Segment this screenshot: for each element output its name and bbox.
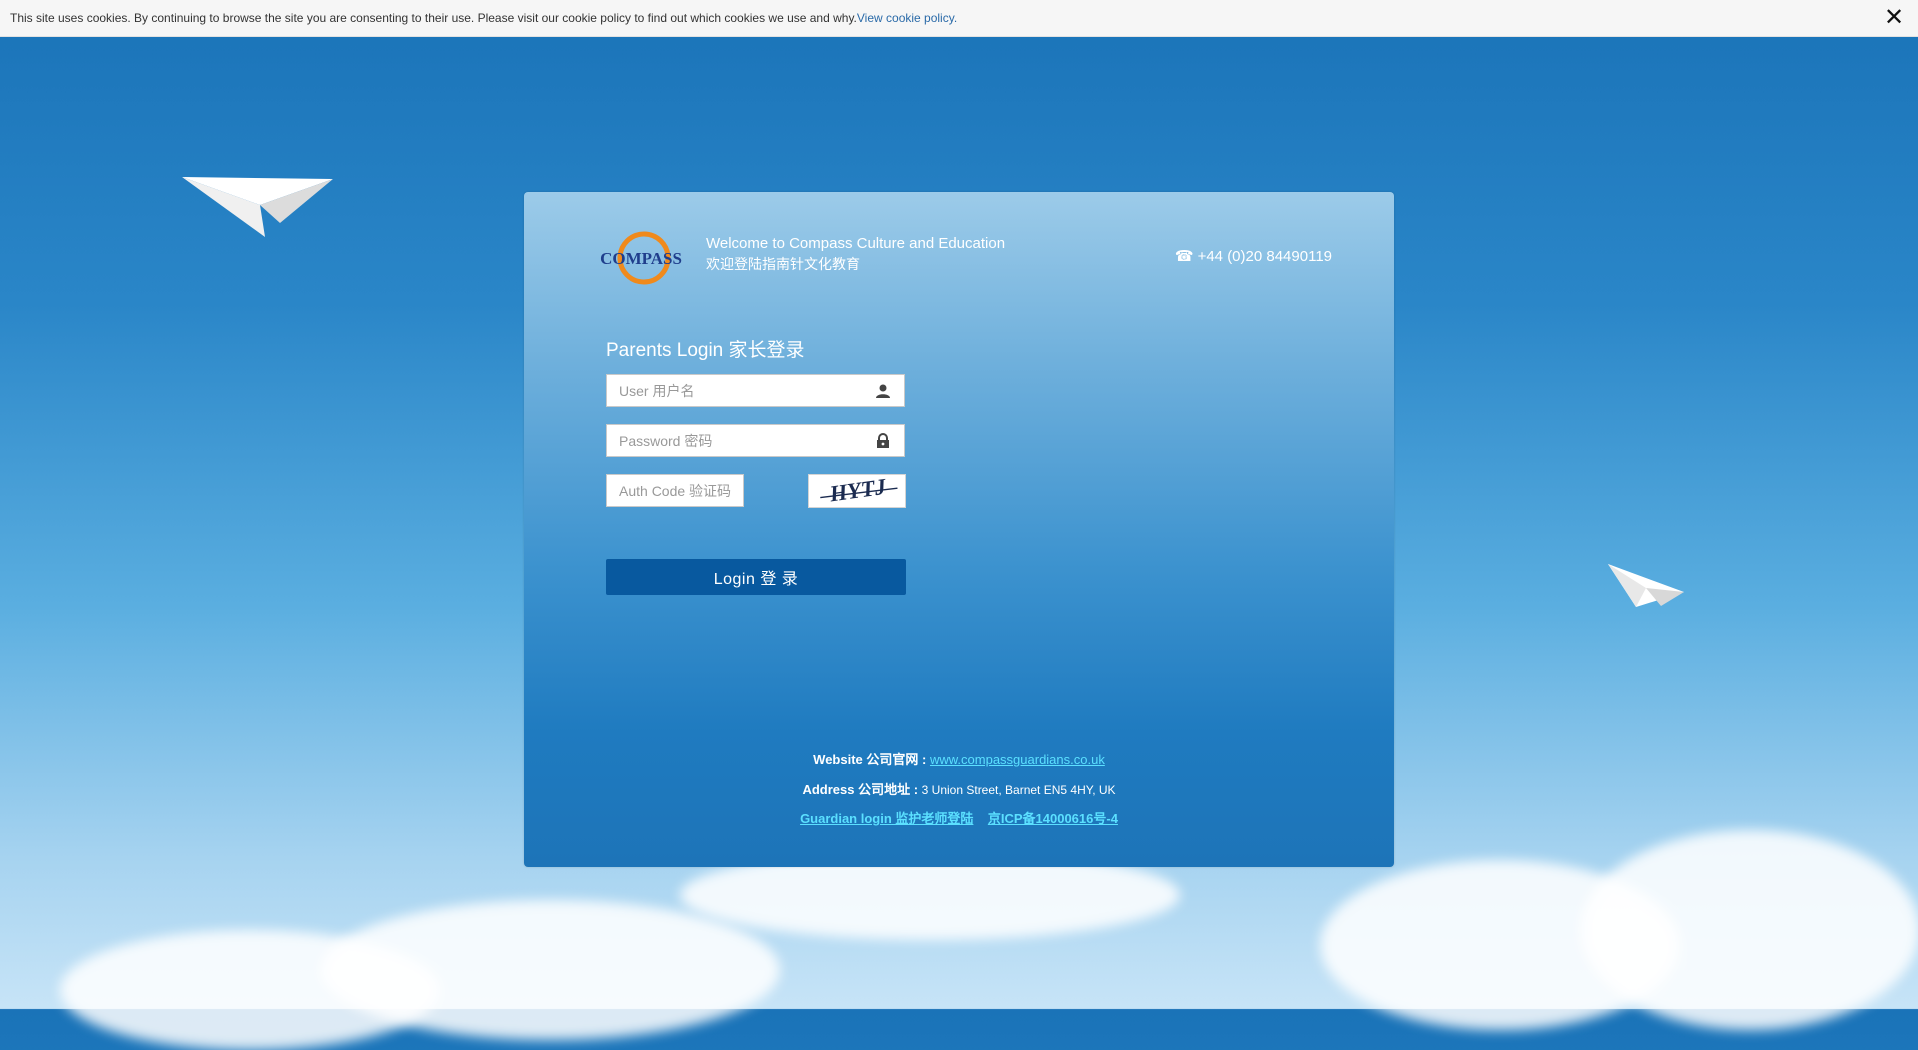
username-field[interactable]: [606, 374, 905, 407]
cloud: [320, 900, 780, 1040]
footer-website: Website 公司官网 : www.compassguardians.co.u…: [524, 749, 1394, 768]
address-value: 3 Union Street, Barnet EN5 4HY, UK: [921, 783, 1116, 797]
guardian-login-link[interactable]: Guardian login 监护老师登陆: [800, 811, 973, 826]
icp-link[interactable]: 京ICP备14000616号-4: [988, 811, 1118, 826]
cookie-banner: This site uses cookies. By continuing to…: [0, 0, 1918, 37]
captcha-image[interactable]: HYTJ: [808, 474, 906, 508]
password-field[interactable]: [606, 424, 905, 457]
login-button[interactable]: Login 登 录: [606, 559, 906, 595]
lock-icon: [877, 433, 889, 448]
login-panel: COMPASS Welcome to Compass Culture and E…: [524, 192, 1394, 867]
svg-text:COMPASS: COMPASS: [600, 249, 682, 268]
phone-icon: ☎: [1174, 248, 1194, 265]
footer-links: Guardian login 监护老师登陆 京ICP备14000616号-4: [524, 808, 1394, 827]
compass-logo: COMPASS: [600, 231, 682, 285]
footer-address: Address 公司地址 : 3 Union Street, Barnet EN…: [524, 779, 1394, 798]
cookie-message: This site uses cookies. By continuing to…: [10, 11, 857, 25]
website-label: Website 公司官网 :: [813, 752, 927, 767]
paper-plane-icon: [1608, 564, 1684, 607]
close-icon[interactable]: ✕: [1884, 6, 1904, 30]
auth-code-field[interactable]: [606, 474, 744, 507]
welcome-cn: 欢迎登陆指南针文化教育: [706, 256, 860, 272]
login-title: Parents Login 家长登录: [606, 340, 805, 361]
password-input[interactable]: [607, 425, 859, 456]
welcome-text: Welcome to Compass Culture and Education…: [706, 234, 1005, 274]
auth-code-input[interactable]: [607, 475, 744, 506]
username-input[interactable]: [607, 375, 859, 406]
website-link[interactable]: www.compassguardians.co.uk: [930, 752, 1105, 767]
cookie-text-wrap: This site uses cookies. By continuing to…: [10, 11, 957, 25]
phone-value: +44 (0)20 84490119: [1197, 248, 1332, 265]
phone-number: ☎ +44 (0)20 84490119: [1175, 247, 1332, 265]
cloud: [1580, 830, 1918, 1030]
address-label: Address 公司地址 :: [802, 782, 919, 797]
paper-plane-icon: [182, 177, 333, 237]
cookie-policy-link[interactable]: View cookie policy.: [857, 11, 957, 25]
user-icon: [876, 384, 890, 398]
welcome-en: Welcome to Compass Culture and Education: [706, 235, 1006, 252]
